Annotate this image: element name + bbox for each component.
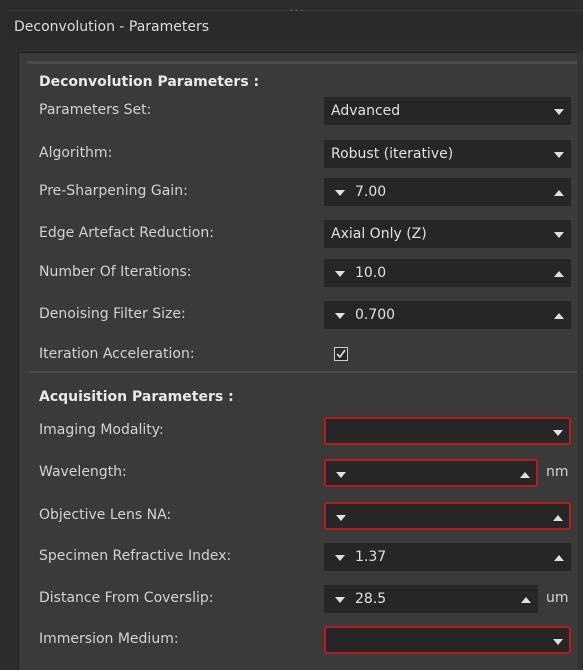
spin-down-icon[interactable]: [335, 313, 345, 319]
algorithm-label: Algorithm:: [39, 145, 113, 161]
panel-top-divider: [27, 61, 579, 64]
row-algorithm: Algorithm: Robust (iterative): [29, 137, 583, 171]
objective-lens-na-spinbox[interactable]: [324, 502, 571, 530]
number-of-iterations-spinbox[interactable]: 10.0: [324, 259, 571, 287]
row-imaging-modality: Imaging Modality:: [29, 414, 583, 448]
parameters-set-value: Advanced: [331, 103, 401, 119]
row-distance-from-coverslip: Distance From Coverslip: 28.5 um: [29, 582, 583, 616]
pre-sharpening-gain-value[interactable]: 7.00: [355, 184, 386, 200]
distance-from-coverslip-spinbox[interactable]: 28.5: [324, 585, 538, 613]
spin-down-icon[interactable]: [336, 472, 346, 478]
window-title: Deconvolution - Parameters: [14, 19, 210, 35]
dropdown-arrow-icon[interactable]: [554, 152, 564, 158]
acquisition-section-title: Acquisition Parameters :: [39, 389, 234, 405]
edge-artefact-reduction-value: Axial Only (Z): [331, 226, 427, 242]
window-titlebar[interactable]: ··· Deconvolution - Parameters: [8, 7, 583, 42]
specimen-refractive-index-label: Specimen Refractive Index:: [39, 548, 232, 564]
algorithm-dropdown[interactable]: Robust (iterative): [324, 140, 571, 168]
spin-down-icon[interactable]: [335, 190, 345, 196]
spin-up-icon[interactable]: [520, 472, 530, 478]
imaging-modality-label: Imaging Modality:: [39, 422, 164, 438]
spin-down-icon[interactable]: [335, 271, 345, 277]
denoising-filter-size-spinbox[interactable]: 0.700: [324, 301, 571, 329]
objective-lens-na-label: Objective Lens NA:: [39, 507, 172, 523]
parameters-panel: Deconvolution Parameters : Parameters Se…: [18, 52, 583, 670]
row-objective-lens-na: Objective Lens NA:: [29, 499, 583, 533]
row-pre-sharpening-gain: Pre-Sharpening Gain: 7.00: [29, 175, 583, 209]
specimen-refractive-index-spinbox[interactable]: 1.37: [324, 543, 571, 571]
wavelength-spinbox[interactable]: [324, 459, 538, 487]
vertical-scrollbar[interactable]: [577, 52, 583, 670]
row-specimen-refractive-index: Specimen Refractive Index: 1.37: [29, 540, 583, 574]
immersion-medium-label: Immersion Medium:: [39, 631, 179, 647]
checkmark-icon: [336, 349, 346, 359]
row-parameters-set: Parameters Set: Advanced: [29, 94, 583, 128]
section-divider: [29, 371, 579, 373]
spin-up-icon[interactable]: [554, 271, 564, 277]
row-iteration-acceleration: Iteration Acceleration:: [29, 338, 583, 372]
dropdown-arrow-icon[interactable]: [554, 232, 564, 238]
specimen-refractive-index-value[interactable]: 1.37: [355, 549, 386, 565]
spin-up-icon[interactable]: [554, 190, 564, 196]
row-denoising-filter-size: Denoising Filter Size: 0.700: [29, 298, 583, 332]
parameters-set-label: Parameters Set:: [39, 102, 152, 118]
denoising-filter-size-value[interactable]: 0.700: [355, 307, 395, 323]
pre-sharpening-gain-spinbox[interactable]: 7.00: [324, 178, 571, 206]
spin-up-icon[interactable]: [521, 597, 531, 603]
iteration-acceleration-label: Iteration Acceleration:: [39, 346, 195, 362]
edge-artefact-reduction-dropdown[interactable]: Axial Only (Z): [324, 220, 571, 248]
row-edge-artefact-reduction: Edge Artefact Reduction: Axial Only (Z): [29, 217, 583, 251]
spin-down-icon[interactable]: [335, 597, 345, 603]
number-of-iterations-label: Number Of Iterations:: [39, 264, 192, 280]
row-number-of-iterations: Number Of Iterations: 10.0: [29, 256, 583, 290]
imaging-modality-dropdown[interactable]: [324, 417, 571, 445]
drag-grip-icon[interactable]: ···: [290, 7, 318, 17]
pre-sharpening-gain-label: Pre-Sharpening Gain:: [39, 183, 188, 199]
deconvolution-section-title: Deconvolution Parameters :: [39, 74, 260, 90]
spin-up-icon[interactable]: [553, 515, 563, 521]
spin-down-icon[interactable]: [335, 555, 345, 561]
dropdown-arrow-icon[interactable]: [553, 430, 563, 436]
immersion-medium-dropdown[interactable]: [324, 626, 571, 654]
spin-up-icon[interactable]: [554, 313, 564, 319]
parameters-set-dropdown[interactable]: Advanced: [324, 97, 571, 125]
number-of-iterations-value[interactable]: 10.0: [355, 265, 386, 281]
dropdown-arrow-icon[interactable]: [553, 639, 563, 645]
distance-from-coverslip-label: Distance From Coverslip:: [39, 590, 214, 606]
distance-from-coverslip-value[interactable]: 28.5: [355, 591, 386, 607]
wavelength-label: Wavelength:: [39, 464, 127, 480]
dropdown-arrow-icon[interactable]: [554, 109, 564, 115]
denoising-filter-size-label: Denoising Filter Size:: [39, 306, 186, 322]
spin-up-icon[interactable]: [554, 555, 564, 561]
spin-down-icon[interactable]: [336, 515, 346, 521]
wavelength-unit: nm: [546, 464, 569, 480]
row-immersion-medium: Immersion Medium:: [29, 623, 583, 657]
distance-from-coverslip-unit: um: [546, 590, 569, 606]
algorithm-value: Robust (iterative): [331, 146, 454, 162]
iteration-acceleration-checkbox[interactable]: [334, 347, 348, 361]
edge-artefact-reduction-label: Edge Artefact Reduction:: [39, 225, 214, 241]
acquisition-section-header: Acquisition Parameters :: [29, 380, 583, 414]
row-wavelength: Wavelength: nm: [29, 456, 583, 490]
